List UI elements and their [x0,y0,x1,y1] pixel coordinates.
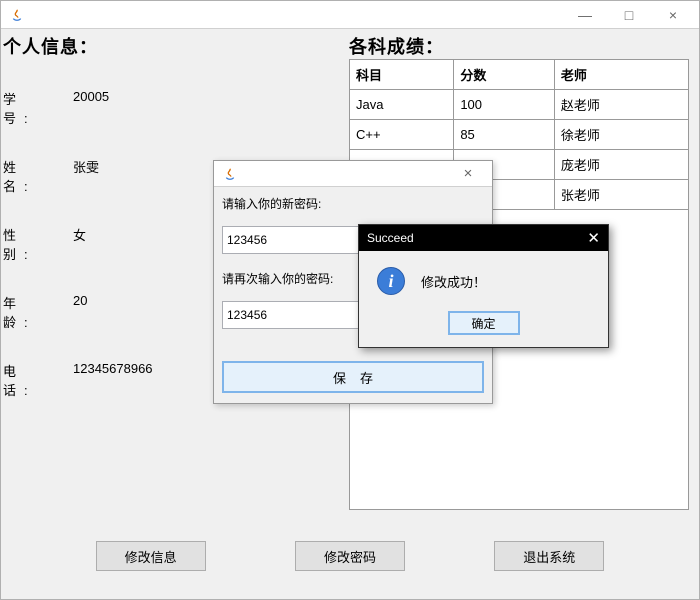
label-name: 姓 名: [3,157,73,195]
col-score: 分数 [454,60,555,90]
value-id: 20005 [73,89,109,127]
ok-button[interactable]: 确定 [448,311,520,335]
info-row-id: 学 号: 20005 [3,89,343,127]
succeed-titlebar[interactable]: Succeed ✕ [359,225,608,251]
java-icon [9,7,25,23]
succeed-message: 修改成功！ [421,272,486,291]
main-titlebar[interactable]: — □ × [1,1,699,29]
value-phone: 12345678966 [73,361,153,399]
exit-system-button[interactable]: 退出系统 [494,541,604,571]
label-phone: 电 话: [3,361,73,399]
maximize-button[interactable]: □ [607,1,651,29]
bottom-buttons: 修改信息 修改密码 退出系统 [1,541,699,571]
col-teacher: 老师 [554,60,688,90]
succeed-title: Succeed [367,231,414,245]
value-name: 张雯 [73,157,99,195]
minimize-button[interactable]: — [563,1,607,29]
java-icon [222,166,238,182]
succeed-dialog: Succeed ✕ i 修改成功！ 确定 [358,224,609,348]
label-id: 学 号: [3,89,73,127]
grades-title: 各科成绩： [349,33,689,59]
modify-info-button[interactable]: 修改信息 [96,541,206,571]
table-row[interactable]: C++ 85 徐老师 [350,120,689,150]
table-row[interactable]: Java 100 赵老师 [350,90,689,120]
password-dialog-titlebar[interactable]: × [214,161,492,187]
succeed-close-button[interactable]: ✕ [587,229,600,247]
window-controls: — □ × [563,1,695,29]
info-icon: i [377,267,405,295]
modify-password-button[interactable]: 修改密码 [295,541,405,571]
personal-info-title: 个人信息： [3,33,343,59]
col-subject: 科目 [350,60,454,90]
value-age: 20 [73,293,87,331]
value-gender: 女 [73,225,86,263]
close-button[interactable]: × [651,1,695,29]
table-header-row: 科目 分数 老师 [350,60,689,90]
label-age: 年 龄: [3,293,73,331]
label-gender: 性 别: [3,225,73,263]
password-dialog-close-button[interactable]: × [448,165,488,182]
new-password-label: 请输入你的新密码: [222,195,484,212]
save-password-button[interactable]: 保存 [222,361,484,393]
